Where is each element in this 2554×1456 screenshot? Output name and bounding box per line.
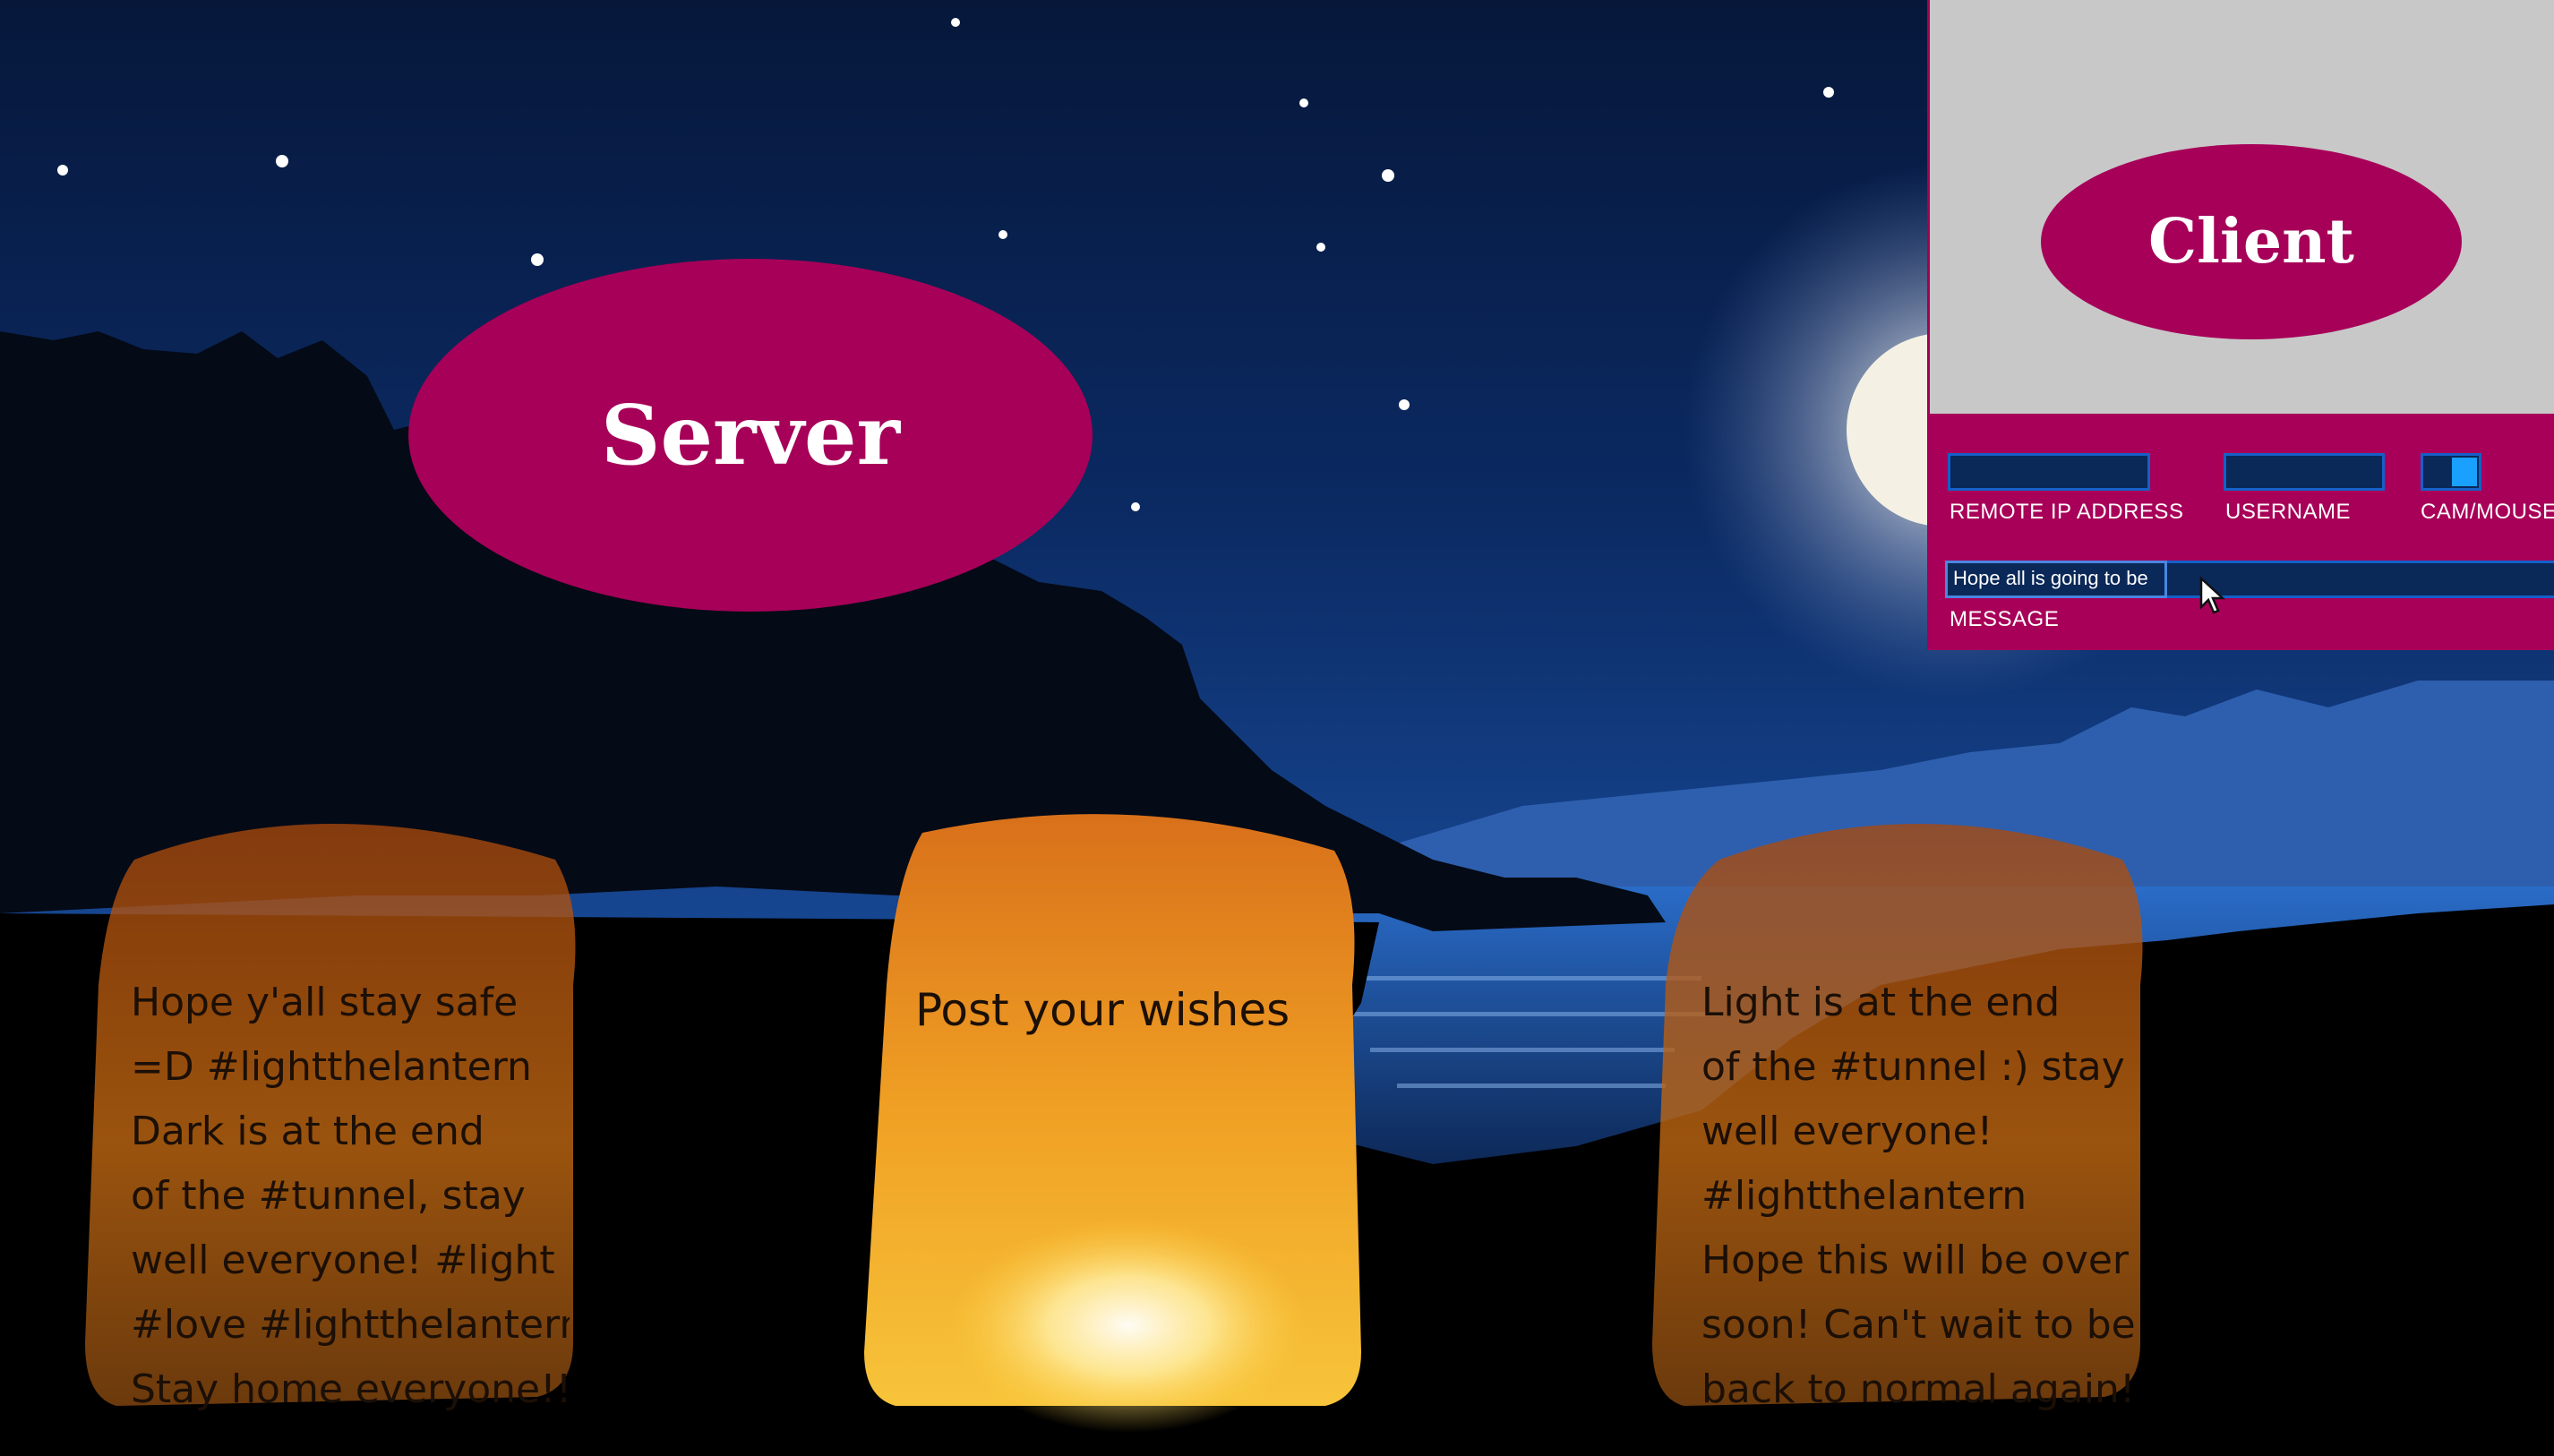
list-item: soon! Can't wait to be (1701, 1302, 2136, 1348)
client-form: REMOTE IP ADDRESS USERNAME CAM/MOUSE MES… (1930, 414, 2554, 650)
list-item: =D #lightthelantern (131, 1044, 532, 1090)
list-item: Light is at the end (1701, 980, 2061, 1025)
remote-ip-input[interactable] (1948, 453, 2150, 491)
list-item: well everyone! (1701, 1109, 1993, 1154)
list-item: #lightthelantern (1701, 1173, 2027, 1219)
message-input[interactable]: Hope all is going to be (1945, 561, 2167, 598)
server-label: Server (601, 387, 900, 484)
list-item: Post your wishes (915, 984, 1290, 1036)
list-item: Hope y'all stay safe (131, 980, 519, 1025)
list-item: Hope this will be over (1701, 1238, 2130, 1283)
list-item: #love #lightthelantern (131, 1302, 570, 1348)
list-item: well everyone! #light (131, 1238, 555, 1283)
username-input[interactable] (2224, 453, 2385, 491)
list-item: of the #tunnel :) stay (1701, 1044, 2125, 1090)
cursor-icon (2199, 577, 2226, 614)
post-wishes-label[interactable]: Post your wishes (915, 978, 1345, 1042)
cam-mouse-toggle[interactable] (2421, 453, 2481, 491)
message-label: MESSAGE (1950, 607, 2060, 631)
list-item: Stay home everyone!! (131, 1366, 570, 1412)
list-item: Dark is at the end (131, 1109, 484, 1154)
list-item: of the #tunnel, stay (131, 1173, 526, 1219)
list-item: back to normal again! (1701, 1366, 2136, 1412)
lantern-left-text: Hope y'all stay safe =D #lightthelantern… (131, 971, 570, 1422)
remote-ip-label: REMOTE IP ADDRESS (1950, 500, 2184, 524)
lantern-right-text: Light is at the end of the #tunnel :) st… (1701, 971, 2140, 1422)
lantern-flame (949, 1218, 1307, 1433)
client-label: Client (2148, 206, 2354, 278)
client-window: Client REMOTE IP ADDRESS USERNAME CAM/MO… (1927, 0, 2554, 650)
username-label: USERNAME (2225, 500, 2352, 524)
cam-mouse-label: CAM/MOUSE (2421, 500, 2554, 524)
toggle-knob (2452, 458, 2477, 486)
